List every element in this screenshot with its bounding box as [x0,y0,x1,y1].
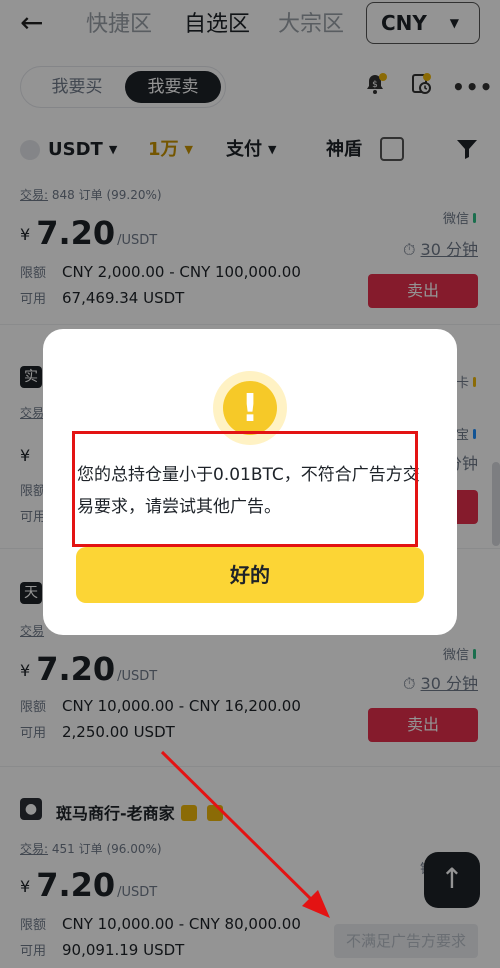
warning-icon: ! [223,381,277,435]
annotation-highlight-box [72,431,418,547]
ok-button[interactable]: 好的 [76,547,424,603]
